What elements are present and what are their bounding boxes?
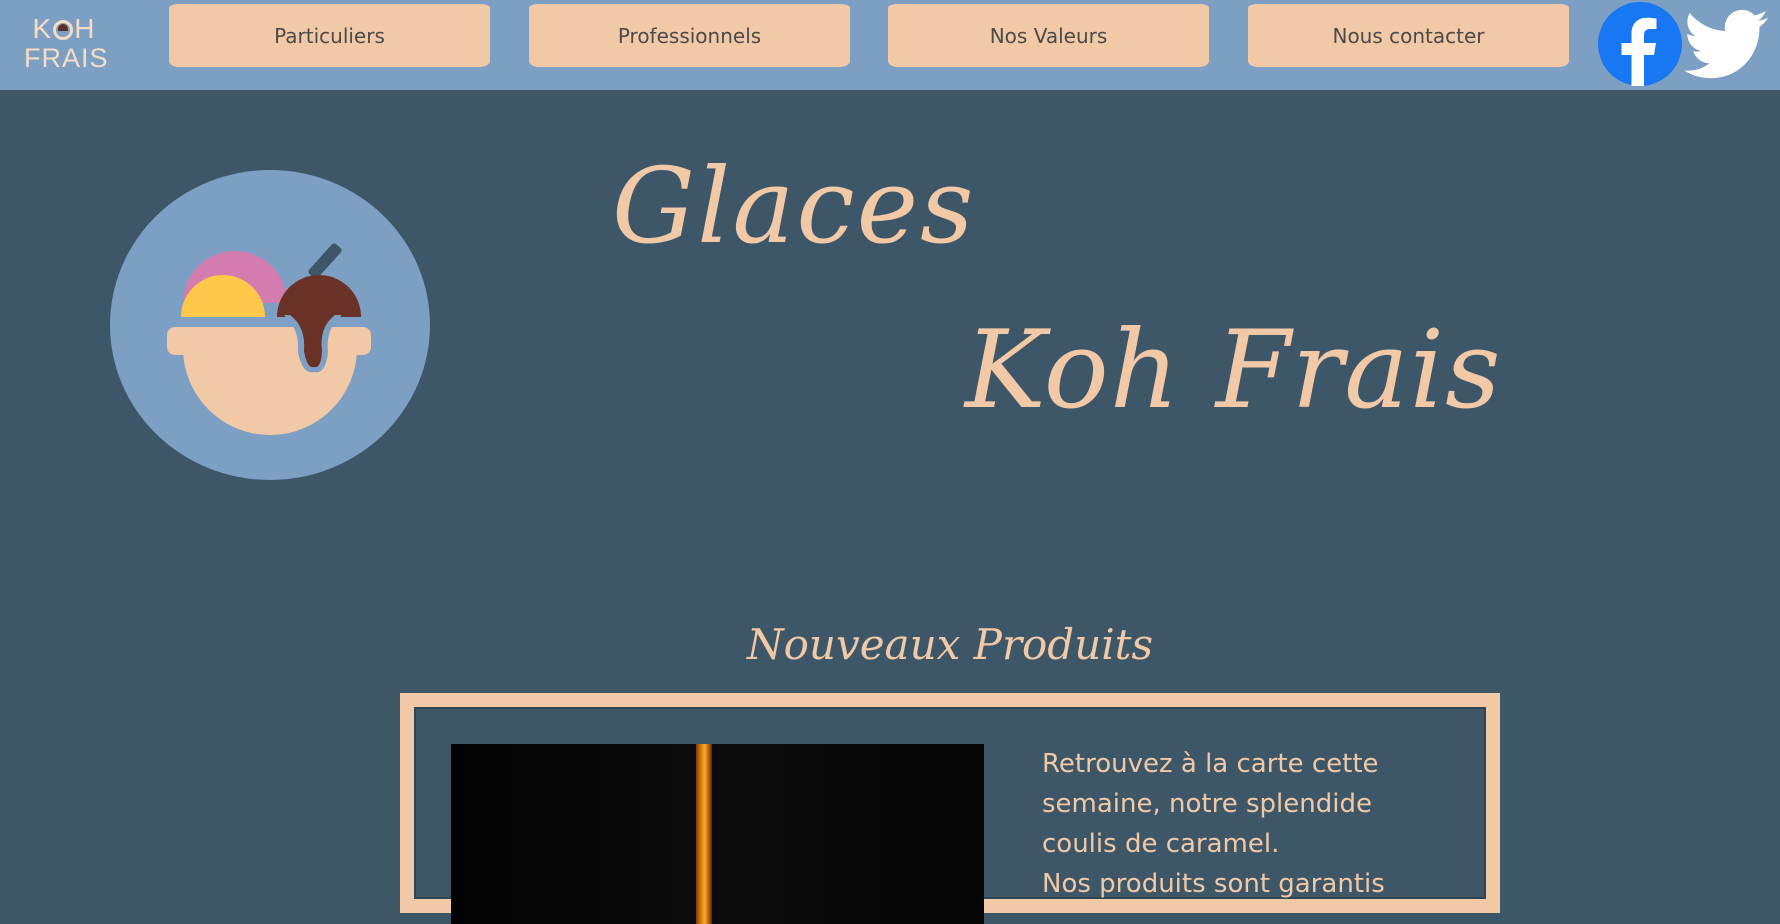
hero-title-koh-frais: Koh Frais	[965, 308, 1502, 433]
product-description: Retrouvez à la carte cette semaine, notr…	[1042, 744, 1442, 904]
caramel-stream	[696, 744, 712, 924]
twitter-icon[interactable]	[1684, 2, 1768, 86]
ice-cream-bowl-icon	[110, 170, 430, 480]
site-logo[interactable]: KH FRAIS	[24, 14, 109, 74]
nav-particuliers-button[interactable]: Particuliers	[169, 4, 490, 67]
logo-line1: KH	[24, 14, 104, 44]
logo-line2: FRAIS	[24, 43, 109, 73]
hero-title-glaces: Glaces	[612, 145, 976, 267]
caramel-drip-image	[451, 744, 984, 924]
product-description-line: Retrouvez à la carte cette	[1042, 749, 1379, 779]
nav-professionnels-button[interactable]: Professionnels	[529, 4, 850, 67]
product-description-line: semaine, notre splendide	[1042, 789, 1372, 819]
logo-letter-h: H	[74, 13, 96, 44]
nav-nous-contacter-button[interactable]: Nous contacter	[1248, 4, 1569, 67]
nav-nos-valeurs-button[interactable]: Nos Valeurs	[888, 4, 1209, 67]
logo-letter-k: K	[32, 13, 53, 44]
facebook-icon[interactable]	[1598, 2, 1682, 86]
product-description-line: coulis de caramel.	[1042, 829, 1280, 859]
top-navbar: KH FRAIS Particuliers Professionnels Nos…	[0, 0, 1780, 90]
new-product-card: Retrouvez à la carte cette semaine, notr…	[400, 693, 1500, 924]
product-description-line: Nos produits sont garantis	[1042, 869, 1385, 899]
logo-ice-cream-mark	[53, 20, 74, 40]
new-products-heading: Nouveaux Produits	[746, 620, 1154, 669]
